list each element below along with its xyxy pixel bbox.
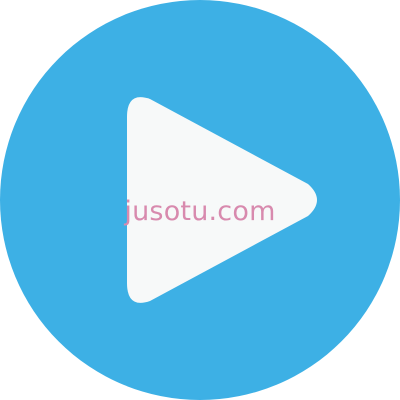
play-icon-canvas: jusotu.com	[0, 0, 400, 400]
play-button[interactable]	[0, 0, 400, 400]
